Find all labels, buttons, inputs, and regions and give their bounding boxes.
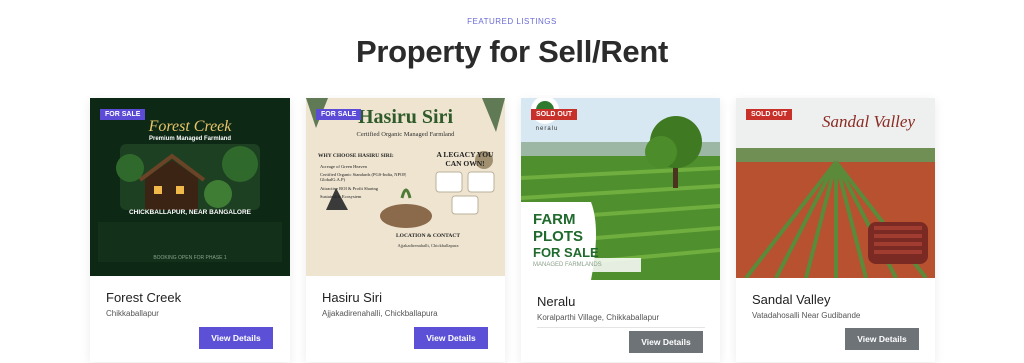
image-subheading: Premium Managed Farmland <box>148 136 232 142</box>
divider <box>537 327 705 328</box>
property-card-sandal-valley[interactable]: Sandal Valley SOLD OUT Sandal Valley Vat… <box>736 98 935 362</box>
image-bullet: Certified Organic Standards (PGS-India, … <box>320 172 407 182</box>
image-bullet: Sustainable Ecosystem <box>320 194 362 199</box>
image-bullet: Attractive ROI & Profit Sharing <box>320 186 378 191</box>
image-legacy: A LEGACY YOU CAN OWN! <box>436 150 494 168</box>
view-details-button[interactable]: View Details <box>414 327 488 349</box>
image-strip: MANAGED FARMLANDS <box>533 262 602 268</box>
image-address: Ajjakadirenahalli, Chickballapura <box>397 243 459 248</box>
image-logo-text: neralu <box>535 126 559 132</box>
status-badge: SOLD OUT <box>531 109 578 120</box>
image-subheading: Certified Organic Managed Farmland <box>356 131 455 138</box>
image-heading: Forest Creek <box>148 118 232 135</box>
image-footer: BOOKING OPEN FOR PHASE 1 <box>153 255 227 261</box>
property-image[interactable]: Forest Creek Premium Managed Farmland CH… <box>90 98 290 276</box>
property-name[interactable]: Forest Creek <box>106 290 181 305</box>
property-name[interactable]: Sandal Valley <box>752 292 831 307</box>
image-caption: CHICKBALLAPUR, NEAR BANGALORE <box>128 209 252 216</box>
image-script-title: Sandal Valley <box>821 112 915 131</box>
image-line: FOR SALE <box>533 245 599 260</box>
view-details-button[interactable]: View Details <box>199 327 273 349</box>
property-image[interactable]: neralu FARM PLOTS FOR SALE MANAGED FARML… <box>521 98 720 280</box>
image-line: FARM <box>533 211 576 228</box>
property-name[interactable]: Hasiru Siri <box>322 290 382 305</box>
status-badge: FOR SALE <box>316 109 362 120</box>
property-location: Koralparthi Village, Chikkaballapur <box>537 313 660 322</box>
property-location: Chikkaballapur <box>106 309 159 318</box>
section-eyebrow: FEATURED LISTINGS <box>467 17 557 26</box>
status-badge: FOR SALE <box>100 109 146 120</box>
view-details-button[interactable]: View Details <box>845 328 919 350</box>
image-bullet: Acreage of Green Heaven <box>320 164 367 169</box>
property-location: Vatadahosalli Near Gudibande <box>752 311 861 320</box>
image-contact-heading: LOCATION & CONTACT <box>396 233 460 239</box>
image-why-heading: WHY CHOOSE HASIRU SIRI: <box>318 153 394 159</box>
image-line: PLOTS <box>533 228 584 245</box>
property-image[interactable]: Sandal Valley <box>736 98 935 278</box>
section-title: Property for Sell/Rent <box>355 34 669 69</box>
property-image[interactable]: Hasiru Siri Certified Organic Managed Fa… <box>306 98 505 276</box>
property-card-neralu[interactable]: neralu FARM PLOTS FOR SALE MANAGED FARML… <box>521 98 720 362</box>
property-name[interactable]: Neralu <box>537 294 575 309</box>
property-card-hasiru-siri[interactable]: Hasiru Siri Certified Organic Managed Fa… <box>306 98 505 362</box>
view-details-button[interactable]: View Details <box>629 331 703 353</box>
property-location: Ajjakadirenahalli, Chickballapura <box>322 309 438 318</box>
status-badge: SOLD OUT <box>746 109 793 120</box>
property-card-forest-creek[interactable]: Forest Creek Premium Managed Farmland CH… <box>90 98 290 362</box>
